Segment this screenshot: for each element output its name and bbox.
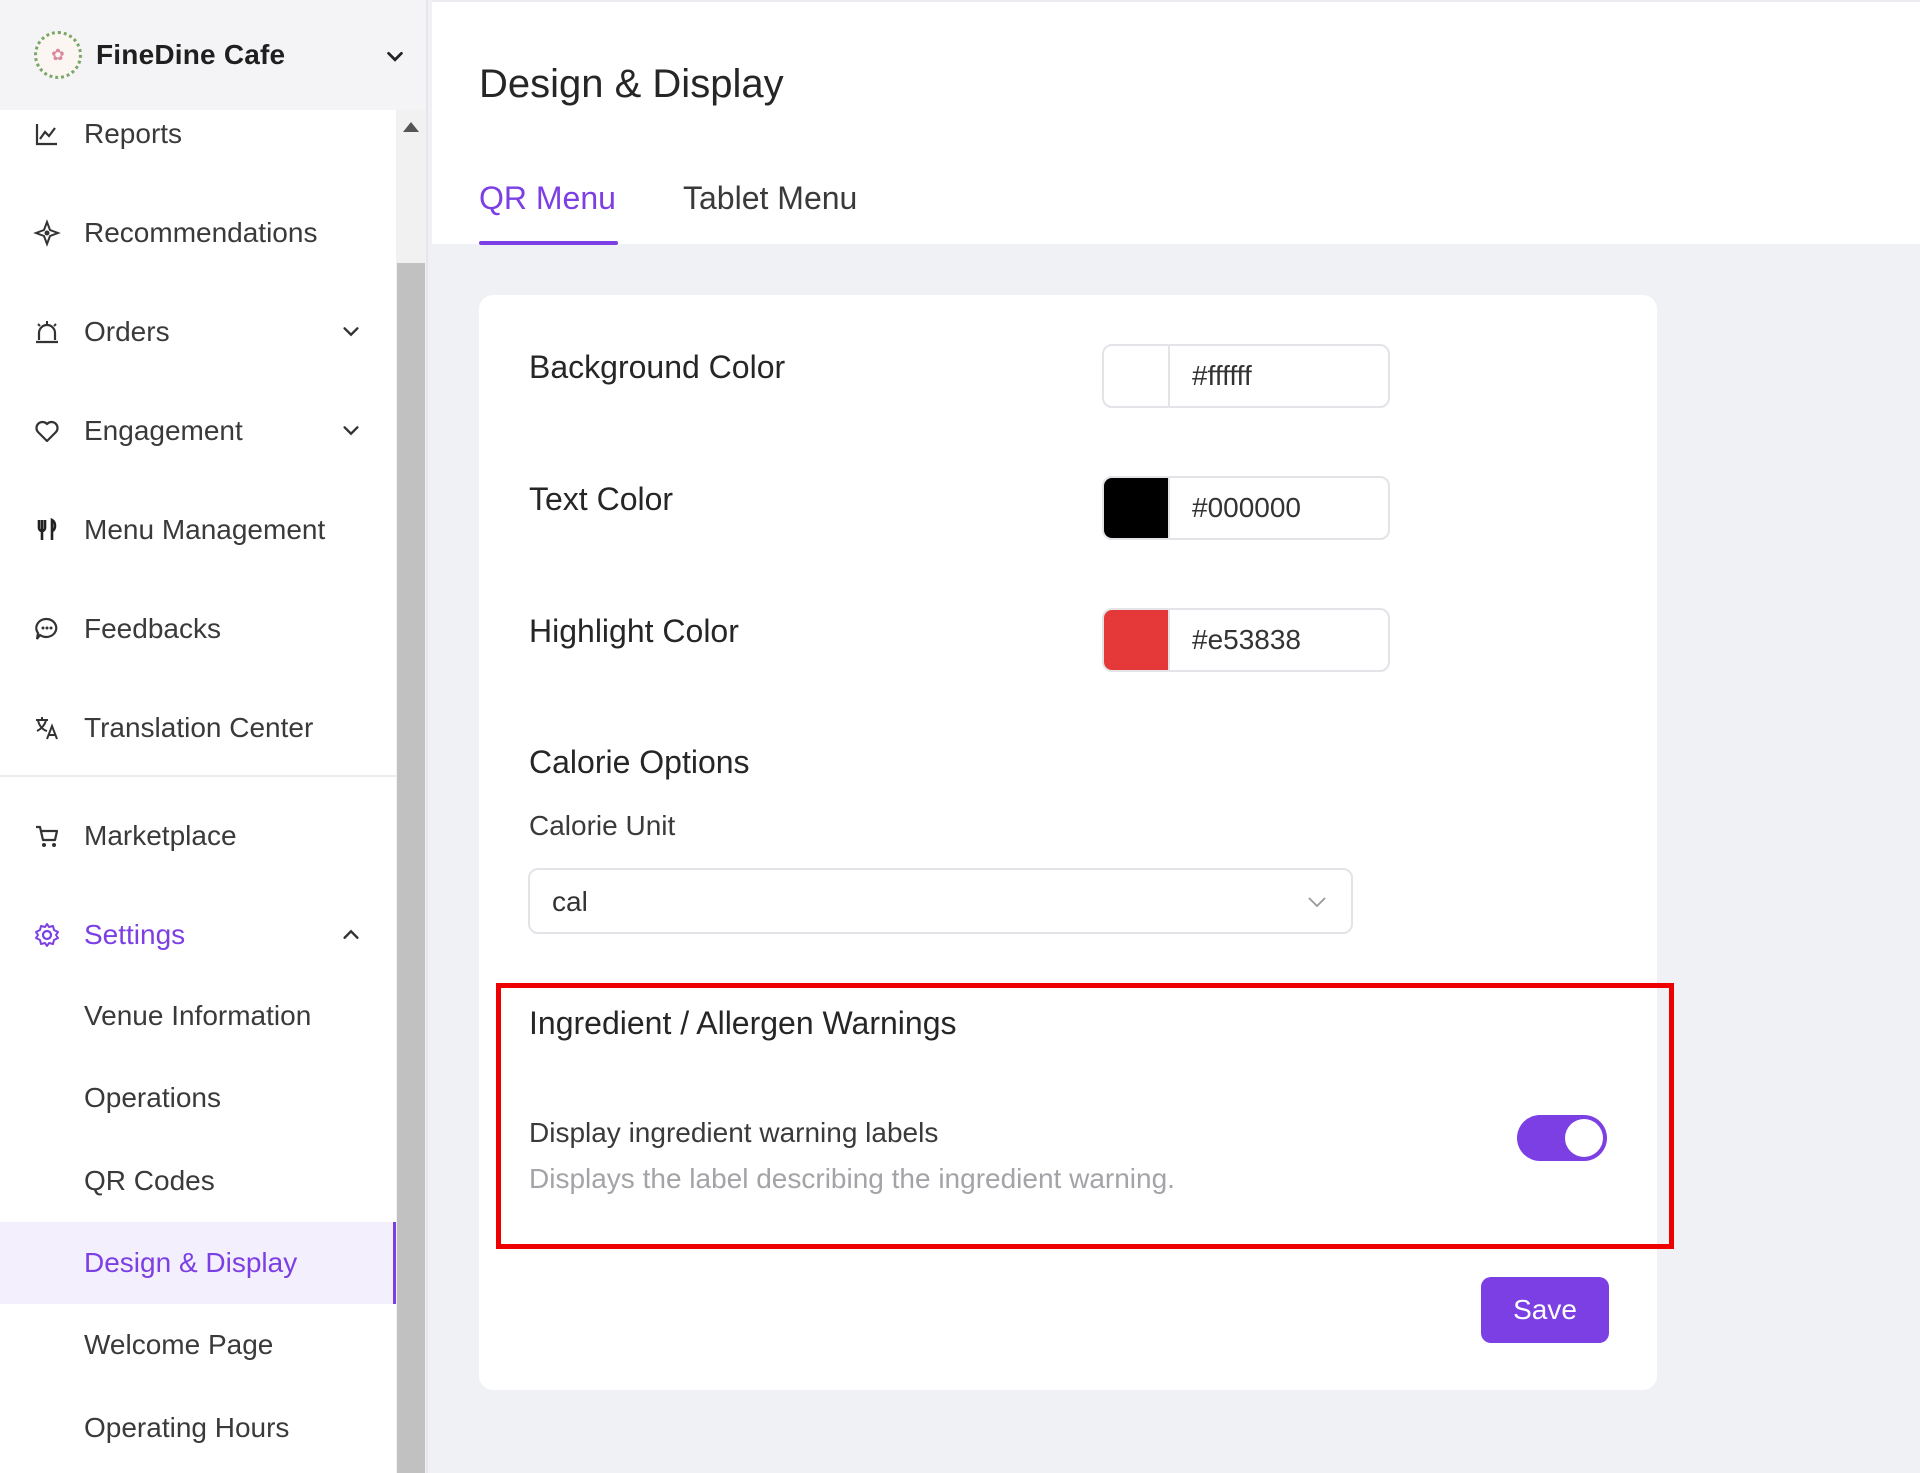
save-button[interactable]: Save	[1481, 1277, 1609, 1343]
sidebar-scrollbar[interactable]	[396, 110, 426, 1473]
warning-labels-toggle[interactable]	[1517, 1115, 1607, 1161]
heart-icon	[32, 416, 62, 446]
highlight-color-swatch[interactable]	[1104, 610, 1170, 670]
highlight-color-label: Highlight Color	[529, 613, 739, 649]
page-title: Design & Display	[479, 62, 784, 106]
sidebar-item-label: Reports	[84, 118, 183, 149]
text-color-swatch[interactable]	[1104, 478, 1170, 538]
background-color-swatch[interactable]	[1104, 346, 1170, 406]
tab-tablet-menu[interactable]: Tablet Menu	[683, 180, 857, 217]
sidebar-item-label: Recommendations	[84, 217, 318, 248]
sidebar-item-label: Marketplace	[84, 820, 237, 851]
sidebar-item-label: Settings	[84, 919, 186, 950]
sidebar-subitem-label: Operations	[84, 1082, 221, 1113]
sidebar-item-menu-management[interactable]: Menu Management	[0, 500, 396, 560]
scrollbar-thumb[interactable]	[397, 263, 425, 1473]
sidebar-subitem-welcome-page[interactable]: Welcome Page	[0, 1304, 396, 1386]
warning-labels-toggle-label: Display ingredient warning labels	[529, 1117, 939, 1148]
sidebar-item-label: Feedbacks	[84, 613, 221, 644]
chevron-down-icon	[343, 327, 359, 337]
sidebar-item-translation-center[interactable]: Translation Center	[0, 698, 396, 758]
text-color-field[interactable]: #000000	[1102, 476, 1390, 540]
sidebar-subitem-operations[interactable]: Operations	[0, 1057, 396, 1139]
highlight-color-value: #e53838	[1192, 624, 1302, 655]
chevron-down-icon	[1308, 897, 1326, 908]
background-color-label: Background Color	[529, 349, 786, 385]
chart-line-icon	[32, 119, 62, 149]
toggle-knob	[1565, 1119, 1603, 1157]
sidebar-item-label: Translation Center	[84, 712, 314, 743]
chevron-down-icon	[343, 426, 359, 436]
translate-icon	[32, 713, 62, 743]
chat-icon	[32, 614, 62, 644]
text-color-value: #000000	[1192, 492, 1302, 523]
cart-icon	[32, 821, 62, 851]
venue-switcher[interactable]: ✿ FineDine Cafe	[0, 0, 426, 110]
page-header: Design & Display QR Menu Tablet Menu	[432, 0, 1920, 245]
bell-icon	[32, 317, 62, 347]
design-settings-card: Background Color #ffffff Text Color #000…	[479, 295, 1657, 1390]
sidebar-subitem-label: Operating Hours	[84, 1412, 290, 1443]
sidebar-item-recommendations[interactable]: Recommendations	[0, 203, 396, 263]
calorie-unit-label: Calorie Unit	[529, 810, 676, 841]
calorie-unit-value: cal	[552, 886, 588, 917]
calorie-options-title: Calorie Options	[529, 744, 750, 780]
chevron-down-icon	[387, 51, 403, 62]
tab-qr-menu[interactable]: QR Menu	[479, 180, 616, 217]
background-color-value: #ffffff	[1192, 360, 1252, 391]
sidebar-item-label: Engagement	[84, 415, 243, 446]
venue-name: FineDine Cafe	[96, 39, 286, 70]
sparkle-icon	[32, 218, 62, 248]
gear-icon	[32, 920, 62, 950]
sidebar-subitem-qr-codes[interactable]: QR Codes	[0, 1140, 396, 1222]
allergen-warnings-title: Ingredient / Allergen Warnings	[529, 1005, 957, 1041]
background-color-field[interactable]: #ffffff	[1102, 344, 1390, 408]
sidebar-subitem-label: Venue Information	[84, 1000, 312, 1031]
sidebar-item-feedbacks[interactable]: Feedbacks	[0, 599, 396, 659]
sidebar-item-marketplace[interactable]: Marketplace	[0, 806, 396, 866]
utensils-icon	[32, 515, 62, 545]
scroll-up-arrow-icon[interactable]	[403, 122, 419, 132]
sidebar-item-label: Orders	[84, 316, 170, 347]
sidebar-subitem-label: QR Codes	[84, 1165, 215, 1196]
highlight-color-field[interactable]: #e53838	[1102, 608, 1390, 672]
calorie-unit-select[interactable]: cal	[528, 868, 1353, 934]
sidebar-divider	[0, 775, 396, 777]
sidebar-item-label: Menu Management	[84, 514, 326, 545]
sidebar-item-settings[interactable]: Settings	[0, 905, 396, 965]
sidebar-subitem-label: Design & Display	[84, 1247, 298, 1278]
warning-labels-toggle-description: Displays the label describing the ingred…	[529, 1163, 1175, 1194]
sidebar-subitem-label: Welcome Page	[84, 1329, 274, 1360]
sidebar: ✿ FineDine Cafe Reports Recommendations …	[0, 0, 428, 1473]
sidebar-subitem-venue-information[interactable]: Venue Information	[0, 975, 396, 1057]
sidebar-item-reports[interactable]: Reports	[0, 104, 396, 164]
cafe-logo: ✿	[34, 31, 82, 79]
sidebar-item-orders[interactable]: Orders	[0, 302, 396, 362]
active-tab-indicator	[479, 241, 618, 245]
sidebar-subitem-design-display[interactable]: Design & Display	[0, 1222, 396, 1304]
sidebar-subitem-operating-hours[interactable]: Operating Hours	[0, 1387, 396, 1469]
text-color-label: Text Color	[529, 481, 674, 517]
chevron-up-icon	[343, 929, 359, 939]
sidebar-item-engagement[interactable]: Engagement	[0, 401, 396, 461]
